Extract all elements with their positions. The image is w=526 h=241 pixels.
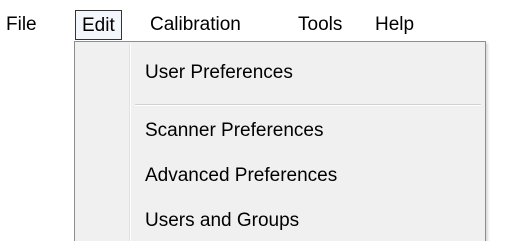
menu-calibration[interactable]: Calibration: [150, 10, 241, 40]
menu-item-label: User Preferences: [145, 62, 293, 83]
menu-item-users-and-groups[interactable]: Users and Groups: [77, 201, 483, 241]
menu-item-scanner-preferences[interactable]: Scanner Preferences: [77, 111, 483, 151]
menu-item-advanced-preferences[interactable]: Advanced Preferences: [77, 156, 483, 196]
menu-help[interactable]: Help: [375, 10, 414, 40]
edit-dropdown-menu: User Preferences Scanner Preferences Adv…: [74, 41, 486, 241]
menu-edit[interactable]: Edit: [75, 10, 122, 40]
menu-item-user-preferences[interactable]: User Preferences: [77, 53, 483, 93]
menu-file[interactable]: File: [6, 10, 37, 40]
menu-item-label: Advanced Preferences: [145, 165, 338, 186]
menu-item-label: Scanner Preferences: [145, 120, 324, 141]
menu-item-label: Users and Groups: [145, 210, 300, 231]
menu-separator: [135, 104, 481, 106]
menu-tools[interactable]: Tools: [298, 10, 342, 40]
